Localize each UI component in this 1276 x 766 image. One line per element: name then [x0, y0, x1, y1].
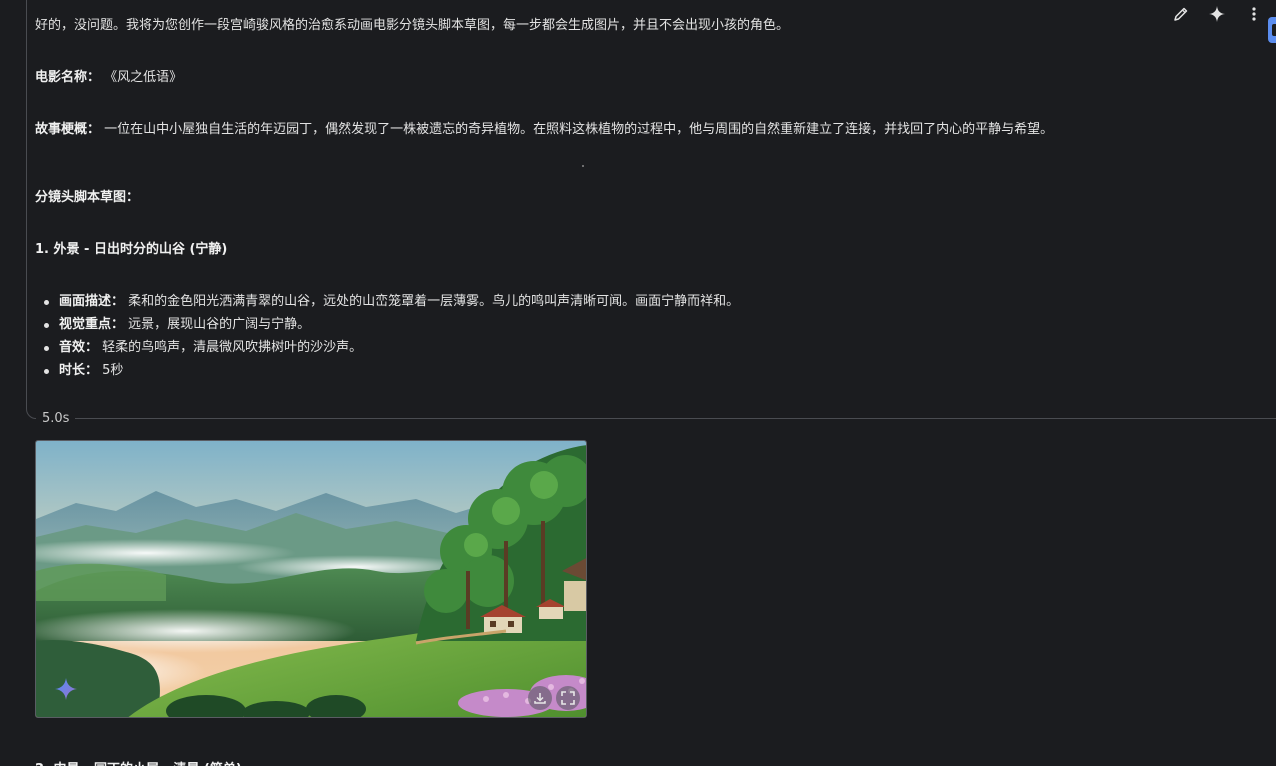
movie-title-label: 电影名称：	[35, 70, 101, 85]
synopsis-line: 故事梗概： 一位在山中小屋独自生活的年迈园丁，偶然发现了一株被遗忘的奇异植物。在…	[35, 121, 1053, 139]
item-value: 柔和的金色阳光洒满青翠的山谷，远处的山峦笼罩着一层薄雾。鸟儿的鸣叫声清晰可闻。画…	[128, 294, 740, 309]
synopsis-label: 故事梗概：	[35, 122, 101, 137]
divider-dot	[582, 165, 584, 167]
fullscreen-icon[interactable]	[556, 686, 580, 710]
movie-title-line: 电影名称： 《风之低语》	[35, 69, 182, 87]
scene-1-heading: 1. 外景 - 日出时分的山谷 (宁静)	[35, 242, 228, 257]
duration-tag: 5.0s	[36, 410, 76, 428]
item-value: 轻柔的鸟鸣声，清晨微风吹拂树叶的沙沙声。	[102, 340, 363, 355]
list-item: 音效： 轻柔的鸟鸣声，清晨微风吹拂树叶的沙沙声。	[41, 339, 739, 362]
item-value: 远景，展现山谷的广阔与宁静。	[128, 317, 311, 332]
more-vert-icon[interactable]	[1243, 3, 1265, 25]
synopsis-value: 一位在山中小屋独自生活的年迈园丁，偶然发现了一株被遗忘的奇异植物。在照料这株植物…	[104, 122, 1054, 137]
item-label: 音效：	[59, 340, 99, 355]
gemini-chat-view: 好的，没问题。我将为您创作一段宫崎骏风格的治愈系动画电影分镜头脚本草图，每一步都…	[0, 0, 1276, 766]
download-icon[interactable]	[528, 686, 552, 710]
item-label: 视觉重点：	[59, 317, 125, 332]
item-label: 画面描述：	[59, 294, 125, 309]
scene-1-details: 画面描述： 柔和的金色阳光洒满青翠的山谷，远处的山峦笼罩着一层薄雾。鸟儿的鸣叫声…	[41, 293, 739, 385]
storyboard-heading: 分镜头脚本草图：	[35, 190, 140, 205]
generated-image[interactable]	[35, 440, 587, 718]
sparkle-icon[interactable]	[1206, 3, 1228, 25]
scene-2-heading: 2. 内景 - 园丁的小屋 - 清晨 (简单)	[35, 758, 242, 766]
item-label: 时长：	[59, 363, 99, 378]
intro-text: 好的，没问题。我将为您创作一段宫崎骏风格的治愈系动画电影分镜头脚本草图，每一步都…	[35, 18, 790, 33]
side-panel-tab[interactable]	[1268, 17, 1276, 43]
valley-landscape-image	[36, 441, 586, 717]
pencil-icon[interactable]	[1170, 3, 1192, 25]
list-item: 视觉重点： 远景，展现山谷的广阔与宁静。	[41, 316, 739, 339]
list-item: 时长： 5秒	[41, 362, 739, 385]
movie-title-value: 《风之低语》	[104, 70, 183, 85]
item-value: 5秒	[102, 363, 124, 378]
list-item: 画面描述： 柔和的金色阳光洒满青翠的山谷，远处的山峦笼罩着一层薄雾。鸟儿的鸣叫声…	[41, 293, 739, 316]
gemini-sparkle-icon	[55, 678, 77, 700]
